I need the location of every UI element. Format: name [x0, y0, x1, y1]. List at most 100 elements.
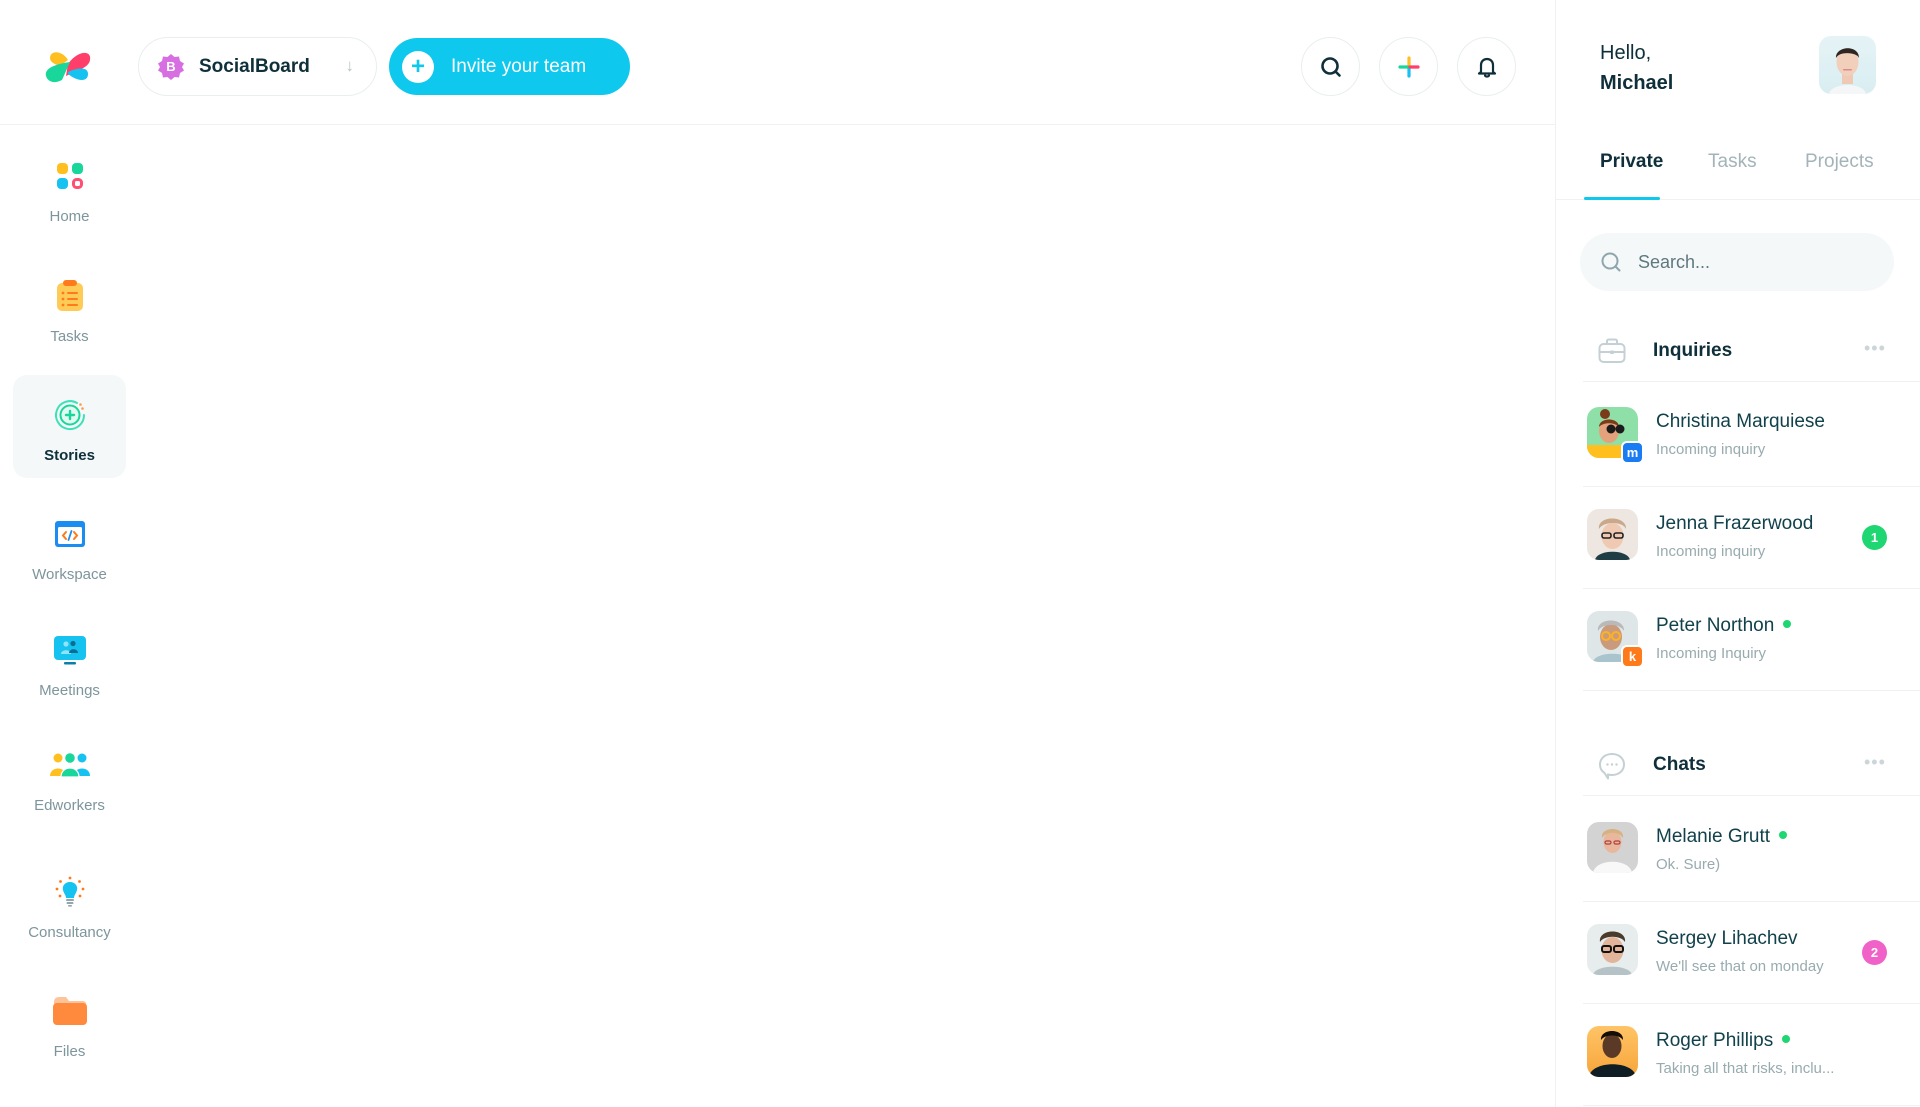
- plus-icon: +: [402, 50, 434, 83]
- bell-icon: [1477, 57, 1496, 78]
- sidebar-item-files[interactable]: Files: [13, 971, 126, 1074]
- online-status-dot: [1779, 830, 1788, 839]
- contact-name: Christina Marquiese: [1656, 411, 1825, 432]
- online-status-dot: [1783, 619, 1792, 628]
- inquiries-title: Inquiries: [1653, 340, 1733, 361]
- lightbulb-icon: [55, 872, 85, 912]
- nav-label: Edworkers: [34, 797, 105, 814]
- tab-projects[interactable]: Projects: [1805, 151, 1874, 173]
- user-avatar[interactable]: [1819, 36, 1876, 94]
- contact-name: Melanie Grutt: [1656, 826, 1788, 848]
- divider: [1583, 1104, 1920, 1106]
- contact-name: Jenna Frazerwood: [1656, 513, 1814, 534]
- folder-icon: [52, 991, 88, 1031]
- avatar: [1587, 924, 1638, 975]
- chat-item[interactable]: Melanie Grutt Ok. Sure): [1556, 800, 1920, 902]
- nav-label: Tasks: [50, 328, 89, 345]
- nav-label: Meetings: [39, 682, 100, 699]
- inquiry-item[interactable]: Jenna Frazerwood Incoming inquiry 1: [1556, 487, 1920, 589]
- sidebar-item-stories[interactable]: Stories: [13, 375, 126, 478]
- nav-label: Workspace: [32, 566, 107, 583]
- sidebar-item-home[interactable]: Home: [13, 136, 126, 239]
- source-badge: k: [1621, 645, 1644, 668]
- search-button[interactable]: [1301, 37, 1360, 96]
- nav-label: Files: [53, 1043, 86, 1060]
- unread-count-badge: 2: [1862, 940, 1887, 965]
- contact-subtitle: Incoming inquiry: [1656, 543, 1766, 560]
- main-content: [140, 126, 1555, 1107]
- inquiries-header: Inquiries •••: [1556, 322, 1920, 382]
- app-logo[interactable]: [44, 48, 92, 84]
- sidebar-item-workspace[interactable]: Workspace: [13, 494, 126, 597]
- tab-tasks[interactable]: Tasks: [1708, 151, 1757, 173]
- monitor-people-icon: [53, 630, 87, 670]
- chat-item[interactable]: Sergey Lihachev We'll see that on monday…: [1556, 902, 1920, 1004]
- workspace-badge-icon: B: [157, 53, 185, 81]
- avatar: [1587, 822, 1638, 873]
- notifications-button[interactable]: [1457, 37, 1516, 96]
- home-grid-icon: [56, 156, 84, 196]
- online-status-dot: [1782, 1034, 1791, 1043]
- contact-name-text: Melanie Grutt: [1656, 826, 1771, 847]
- add-icon: [1397, 55, 1420, 78]
- search-input[interactable]: [1638, 251, 1878, 273]
- last-message: Ok. Sure): [1656, 856, 1721, 873]
- stories-icon: [53, 395, 87, 435]
- divider: [1583, 689, 1920, 691]
- contact-subtitle: Incoming inquiry: [1656, 441, 1766, 458]
- avatar: m: [1587, 407, 1644, 464]
- unread-count-badge: 1: [1862, 525, 1887, 550]
- search-icon: [1601, 252, 1621, 272]
- chats-title: Chats: [1653, 754, 1706, 775]
- avatar: [1587, 509, 1638, 560]
- invite-team-button[interactable]: + Invite your team: [389, 38, 630, 95]
- arrow-down-icon: ↓: [345, 56, 355, 75]
- inquiry-item[interactable]: k Peter Northon Incoming Inquiry: [1556, 589, 1920, 691]
- contact-name-text: Roger Phillips: [1656, 1030, 1774, 1051]
- workspace-selector[interactable]: B SocialBoard ↓: [138, 37, 377, 96]
- sidebar-item-meetings[interactable]: Meetings: [13, 610, 126, 713]
- code-window-icon: [54, 514, 86, 554]
- nav-label: Consultancy: [28, 924, 111, 941]
- last-message: We'll see that on monday: [1656, 958, 1824, 975]
- sidebar-item-tasks[interactable]: Tasks: [13, 256, 126, 359]
- sidebar-item-edworkers[interactable]: Edworkers: [13, 725, 126, 828]
- divider: [1583, 794, 1920, 796]
- contact-subtitle: Incoming Inquiry: [1656, 645, 1767, 662]
- search-field[interactable]: [1580, 233, 1894, 291]
- briefcase-icon: [1598, 338, 1626, 363]
- inquiry-item[interactable]: m Christina Marquiese Incoming inquiry: [1556, 385, 1920, 487]
- workspace-name: SocialBoard: [199, 55, 310, 77]
- messenger-source-badge: m: [1621, 441, 1644, 464]
- active-tab-indicator: [1584, 197, 1660, 200]
- nav-label: Home: [49, 208, 90, 225]
- chats-header: Chats •••: [1556, 736, 1920, 796]
- more-options-icon[interactable]: •••: [1864, 752, 1886, 773]
- greeting-text: Hello,: [1600, 42, 1652, 64]
- last-message: Taking all that risks, inclu...: [1656, 1060, 1835, 1077]
- right-panel: Hello, Michael Private Tasks Projects Se…: [1555, 0, 1920, 1107]
- contact-name: Sergey Lihachev: [1656, 928, 1798, 949]
- chat-bubble-icon: [1599, 753, 1625, 780]
- contact-name: Peter Northon: [1656, 615, 1792, 637]
- chat-item[interactable]: Roger Phillips Taking all that risks, in…: [1556, 1004, 1920, 1106]
- divider: [1583, 380, 1920, 382]
- invite-label: Invite your team: [451, 55, 587, 77]
- search-icon: [1320, 56, 1341, 77]
- top-bar: B SocialBoard ↓ + Invite your team: [0, 0, 1555, 125]
- nav-label: Stories: [44, 447, 95, 464]
- add-button[interactable]: [1379, 37, 1438, 96]
- sidebar-nav: Home Tasks Stories Workspace Meetings Ed…: [0, 126, 140, 1107]
- greeting: Hello, Michael: [1600, 38, 1673, 98]
- group-icon: [49, 745, 91, 785]
- contact-name-text: Peter Northon: [1656, 615, 1775, 636]
- more-options-icon[interactable]: •••: [1864, 338, 1886, 359]
- user-name: Michael: [1600, 72, 1674, 94]
- panel-tabs: Private Tasks Projects: [1556, 125, 1920, 200]
- contact-name: Roger Phillips: [1656, 1030, 1791, 1052]
- sidebar-item-consultancy[interactable]: Consultancy: [13, 852, 126, 955]
- app-window: B SocialBoard ↓ + Invite your team Home …: [0, 0, 1920, 1107]
- tab-private[interactable]: Private: [1600, 151, 1663, 173]
- avatar: [1587, 1026, 1638, 1077]
- clipboard-icon: [56, 276, 84, 316]
